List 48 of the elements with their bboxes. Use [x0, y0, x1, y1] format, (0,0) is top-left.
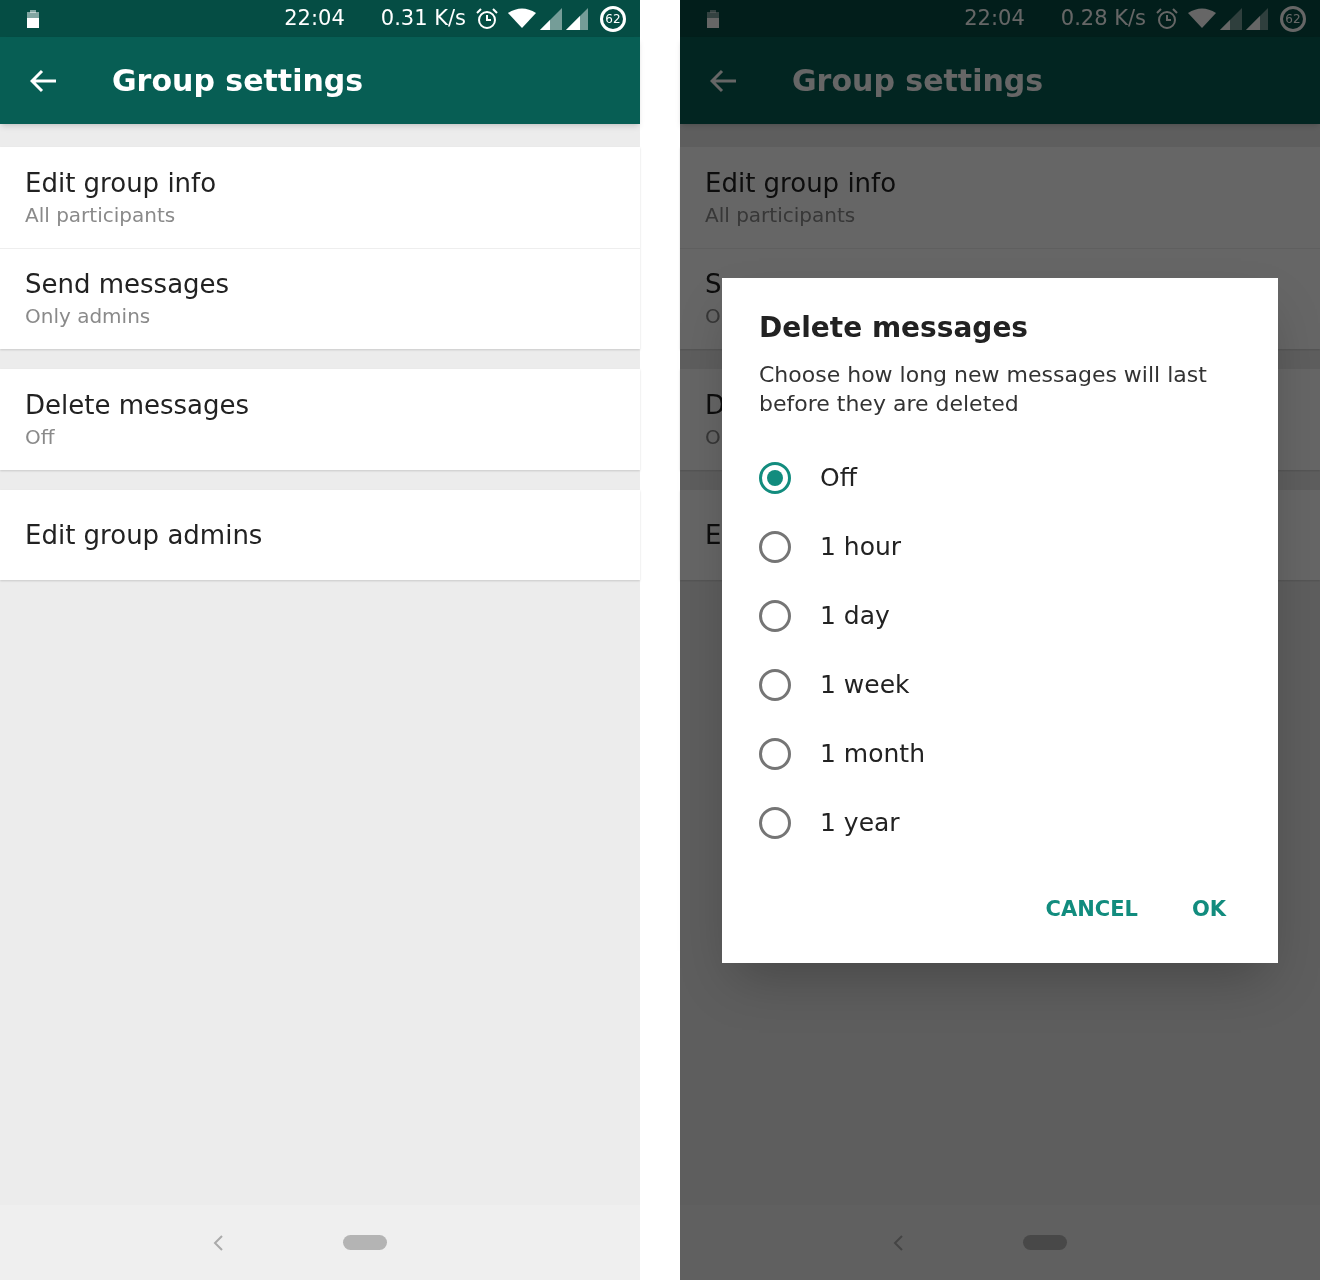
radio-button[interactable] [759, 737, 791, 770]
dialog-button[interactable]: CANCEL [1033, 885, 1150, 933]
signal-icon [566, 7, 588, 30]
settings-item[interactable]: Delete messages Off [0, 369, 640, 470]
radio-option[interactable]: 1 day [759, 581, 1238, 650]
battery-icon [27, 9, 39, 28]
item-title: Edit group info [705, 166, 897, 200]
battery-percent-badge: 62 [600, 5, 626, 32]
radio-button[interactable] [759, 668, 791, 701]
back-arrow-icon [30, 68, 58, 93]
radio-option[interactable]: Off [759, 443, 1238, 512]
radio-button[interactable] [759, 530, 791, 563]
wifi-icon [1188, 7, 1216, 30]
item-title: S [705, 268, 722, 301]
settings-item[interactable]: Edit group info All participants [0, 147, 640, 248]
settings-item[interactable]: Send messages Only admins [0, 248, 640, 349]
dialog-title: Delete messages [759, 310, 1030, 346]
clock-time: 22:04 [284, 4, 345, 32]
chevron-left-icon [893, 1234, 903, 1251]
dialog-button[interactable]: OK [1179, 885, 1238, 933]
item-subtitle: All participants [25, 201, 176, 229]
screen-title: Group settings [112, 62, 364, 100]
radio-option[interactable]: 1 week [759, 650, 1238, 719]
item-subtitle: Only admins [25, 303, 151, 330]
radio-option[interactable]: 1 hour [759, 512, 1238, 581]
screen-title: Group settings [792, 62, 1044, 100]
radio-option[interactable]: 1 year [759, 788, 1238, 857]
battery-percent-badge: 62 [1280, 5, 1306, 32]
signal-icon [540, 7, 562, 30]
radio-button[interactable] [759, 599, 791, 632]
item-subtitle: Off [25, 423, 55, 451]
item-title: Send messages [25, 268, 230, 301]
item-title: Edit group info [25, 166, 217, 200]
radio-button[interactable] [759, 461, 791, 494]
network-speed: 0.28 K/s [1060, 4, 1146, 32]
radio-button[interactable] [759, 806, 791, 839]
alarm-icon [1156, 7, 1178, 30]
network-speed: 0.31 K/s [380, 4, 466, 32]
back-arrow-icon [710, 68, 738, 93]
item-title: Edit group admins [25, 519, 263, 552]
chevron-left-icon [213, 1234, 223, 1251]
item-title: Delete messages [25, 388, 250, 422]
settings-item[interactable]: Edit group admins [0, 490, 640, 580]
radio-option[interactable]: 1 month [759, 719, 1238, 788]
clock-time: 22:04 [964, 4, 1025, 32]
wifi-icon [508, 7, 536, 30]
dialog-message: Choose how long new messages will last before they are deleted [759, 361, 1208, 418]
alarm-icon [476, 7, 498, 30]
